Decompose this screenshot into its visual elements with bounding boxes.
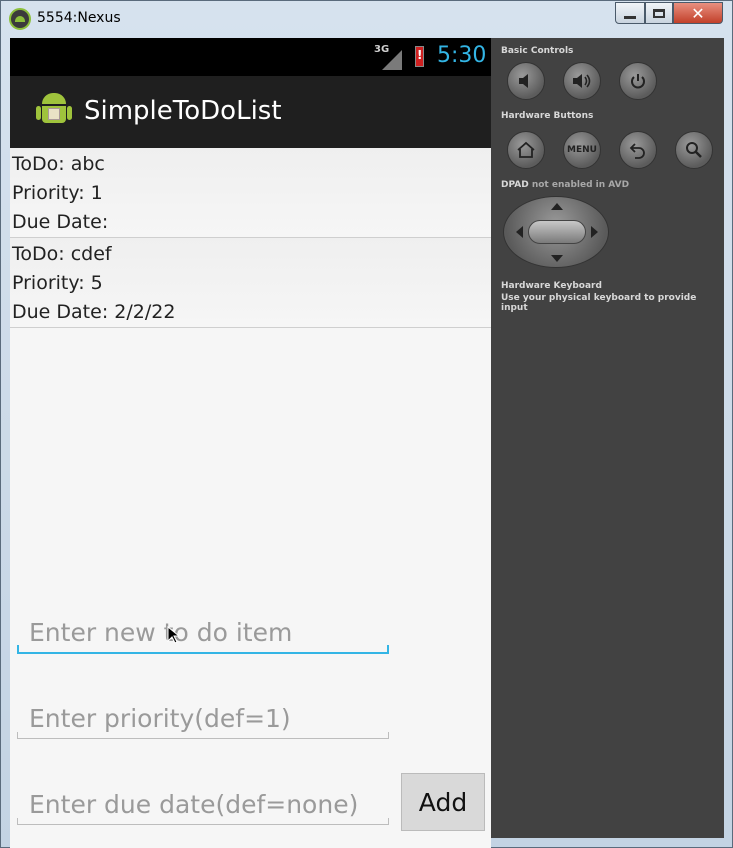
dpad-note: not enabled in AVD bbox=[531, 180, 630, 190]
menu-button[interactable]: MENU bbox=[563, 131, 601, 169]
hardware-keyboard-note: Use your physical keyboard to provide in… bbox=[501, 293, 697, 313]
volume-down-button[interactable] bbox=[507, 62, 545, 100]
status-bar: 3G 5:30 bbox=[10, 38, 491, 76]
dpad-down-icon bbox=[551, 255, 563, 262]
device-screen: 3G 5:30 SimpleToDoList ToDo: abc Priorit… bbox=[10, 38, 491, 848]
new-item-field bbox=[17, 612, 389, 654]
minimize-icon bbox=[624, 15, 636, 19]
todo-list: ToDo: abc Priority: 1 Due Date: ToDo: cd… bbox=[10, 148, 491, 328]
priority-field bbox=[17, 698, 389, 739]
todo-text: ToDo: cdef bbox=[12, 243, 112, 265]
menu-label: MENU bbox=[567, 145, 597, 155]
volume-down-icon bbox=[519, 74, 528, 88]
hardware-buttons-label: Hardware Buttons bbox=[501, 111, 594, 121]
due-date-field bbox=[17, 784, 389, 825]
dpad-control[interactable] bbox=[503, 196, 609, 268]
todo-priority: Priority: 5 bbox=[12, 272, 103, 294]
maximize-button[interactable] bbox=[645, 2, 673, 24]
app-title: SimpleToDoList bbox=[84, 96, 282, 126]
todo-due-date: Due Date: 2/2/22 bbox=[12, 301, 176, 323]
new-item-input[interactable] bbox=[29, 616, 379, 648]
todo-text: ToDo: abc bbox=[12, 153, 105, 175]
home-icon bbox=[517, 141, 535, 158]
android-app-icon bbox=[35, 93, 73, 131]
list-item[interactable]: ToDo: abc Priority: 1 Due Date: bbox=[10, 148, 491, 238]
priority-input[interactable] bbox=[29, 702, 379, 734]
list-item[interactable]: ToDo: cdef Priority: 5 Due Date: 2/2/22 bbox=[10, 238, 491, 328]
close-icon: ✕ bbox=[691, 3, 705, 23]
todo-priority: Priority: 1 bbox=[12, 182, 103, 204]
dpad-left-icon bbox=[516, 226, 523, 238]
back-button[interactable] bbox=[619, 131, 657, 169]
close-button[interactable]: ✕ bbox=[673, 2, 723, 24]
add-button[interactable]: Add bbox=[401, 773, 485, 831]
emulator-controls-panel: Basic Controls Hardware Buttons MENU DPA… bbox=[491, 38, 724, 838]
dpad-title: DPAD bbox=[501, 180, 529, 190]
dpad-label: DPAD not enabled in AVD bbox=[501, 180, 629, 190]
due-date-input[interactable] bbox=[29, 788, 379, 820]
battery-alert-icon bbox=[415, 46, 424, 67]
minimize-button[interactable] bbox=[615, 2, 645, 24]
back-icon bbox=[629, 143, 645, 159]
signal-bars-icon bbox=[382, 50, 402, 70]
power-icon bbox=[631, 74, 645, 89]
volume-up-button[interactable] bbox=[563, 62, 601, 100]
window-titlebar[interactable]: 5554:Nexus ✕ bbox=[1, 1, 732, 37]
window-controls: ✕ bbox=[615, 2, 723, 24]
signal-icon: 3G bbox=[374, 44, 404, 70]
volume-up-icon bbox=[573, 74, 591, 88]
dpad-center-button[interactable] bbox=[528, 220, 586, 244]
search-button[interactable] bbox=[675, 131, 713, 169]
search-icon bbox=[686, 142, 702, 158]
emulator-window: 5554:Nexus ✕ 3G 5:30 SimpleToDoList bbox=[0, 0, 733, 848]
action-bar: SimpleToDoList bbox=[10, 76, 491, 148]
window-title: 5554:Nexus bbox=[37, 10, 121, 26]
todo-due-date: Due Date: bbox=[12, 211, 109, 233]
power-button[interactable] bbox=[619, 62, 657, 100]
mouse-pointer-icon bbox=[167, 626, 179, 644]
maximize-icon bbox=[653, 8, 665, 18]
basic-controls-label: Basic Controls bbox=[501, 46, 574, 56]
status-clock: 5:30 bbox=[437, 43, 487, 68]
dpad-right-icon bbox=[591, 226, 598, 238]
dpad-up-icon bbox=[551, 203, 563, 210]
hardware-keyboard-label: Hardware Keyboard bbox=[501, 281, 602, 291]
home-button[interactable] bbox=[507, 131, 545, 169]
emulator-app-icon bbox=[9, 8, 31, 30]
